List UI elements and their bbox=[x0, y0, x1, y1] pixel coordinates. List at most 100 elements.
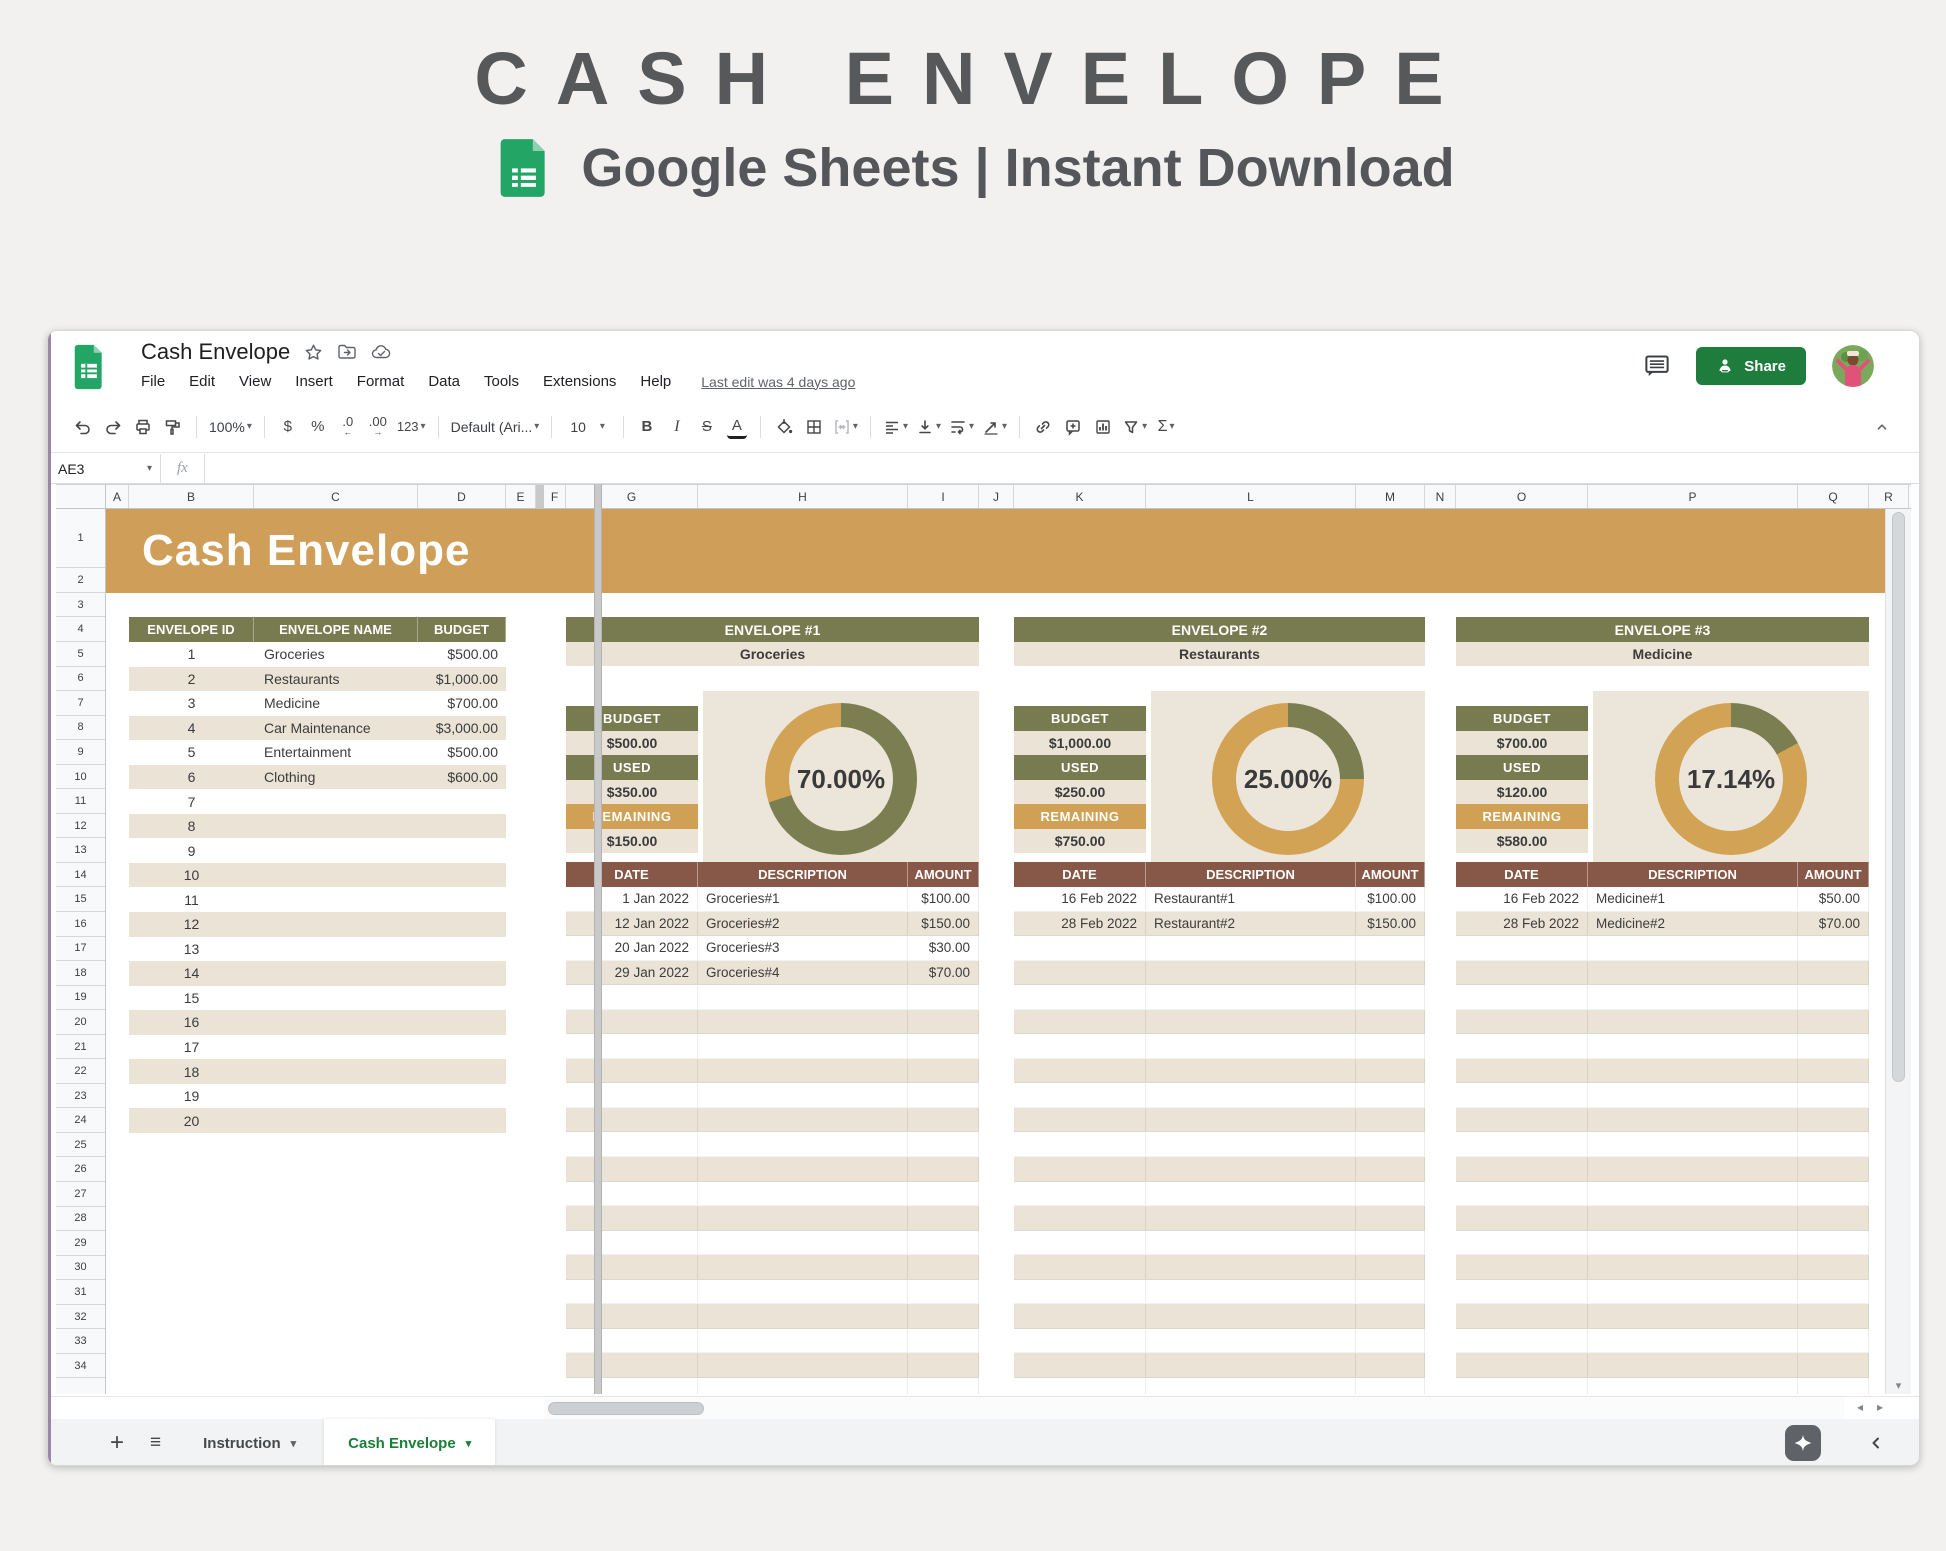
cell-date[interactable] bbox=[1014, 1231, 1146, 1255]
all-sheets-icon[interactable]: ≡ bbox=[150, 1432, 161, 1454]
cell-amount[interactable] bbox=[908, 1353, 979, 1377]
cell-amount[interactable] bbox=[1798, 1280, 1869, 1304]
cell-description[interactable] bbox=[1146, 1329, 1356, 1353]
cell-description[interactable] bbox=[698, 1280, 908, 1304]
row-header-25[interactable]: 25 bbox=[56, 1133, 105, 1158]
cell-description[interactable] bbox=[1146, 1353, 1356, 1377]
vertical-scrollbar[interactable]: ▾ bbox=[1885, 509, 1911, 1394]
cell-description[interactable] bbox=[698, 985, 908, 1009]
row-header-29[interactable]: 29 bbox=[56, 1231, 105, 1256]
cell-description[interactable] bbox=[1146, 961, 1356, 985]
envelope-panel-name[interactable]: Medicine bbox=[1456, 642, 1869, 666]
row-header-15[interactable]: 15 bbox=[56, 887, 105, 912]
cell-amount[interactable] bbox=[1798, 1353, 1869, 1377]
cell-date[interactable] bbox=[1014, 1108, 1146, 1132]
cell-description[interactable] bbox=[1588, 1034, 1798, 1058]
row-header-16[interactable]: 16 bbox=[56, 912, 105, 937]
row-header-20[interactable]: 20 bbox=[56, 1010, 105, 1035]
row-header-11[interactable]: 11 bbox=[56, 789, 105, 814]
font-size-dropdown[interactable]: 10▾ bbox=[560, 412, 615, 442]
cell-description[interactable] bbox=[698, 1231, 908, 1255]
cell-description[interactable] bbox=[698, 1255, 908, 1279]
cell-id[interactable]: 9 bbox=[129, 838, 254, 863]
menu-view[interactable]: View bbox=[239, 373, 271, 390]
cell-name[interactable]: Restaurants bbox=[254, 667, 418, 692]
scroll-down-arrow-icon[interactable]: ▾ bbox=[1886, 1379, 1911, 1392]
cell-description[interactable] bbox=[1146, 1304, 1356, 1328]
cell-description[interactable] bbox=[698, 1304, 908, 1328]
paint-format-icon[interactable] bbox=[158, 412, 188, 442]
cell-description[interactable] bbox=[698, 1132, 908, 1156]
cell-budget[interactable]: $500.00 bbox=[418, 740, 506, 765]
name-box[interactable]: AE3 ▾ bbox=[48, 454, 161, 483]
cell-date[interactable] bbox=[1456, 1059, 1588, 1083]
cell-id[interactable]: 16 bbox=[129, 1010, 254, 1035]
cell-amount[interactable] bbox=[1798, 985, 1869, 1009]
column-header-H[interactable]: H bbox=[698, 485, 908, 508]
cell-description[interactable] bbox=[1588, 1329, 1798, 1353]
cell-date[interactable] bbox=[566, 1059, 698, 1083]
cell-description[interactable] bbox=[698, 1059, 908, 1083]
cell-date[interactable] bbox=[566, 985, 698, 1009]
cell-budget[interactable]: $600.00 bbox=[418, 765, 506, 790]
cell-amount[interactable] bbox=[908, 1255, 979, 1279]
cell-date[interactable] bbox=[566, 1280, 698, 1304]
row-header-3[interactable]: 3 bbox=[56, 593, 105, 617]
cell-amount[interactable]: $100.00 bbox=[908, 887, 979, 911]
column-header-G[interactable]: G bbox=[566, 485, 698, 508]
star-icon[interactable] bbox=[304, 343, 323, 362]
column-header-O[interactable]: O bbox=[1456, 485, 1588, 508]
cell-id[interactable]: 8 bbox=[129, 814, 254, 839]
cell-description[interactable] bbox=[1146, 1157, 1356, 1181]
tab-instruction[interactable]: Instruction▾ bbox=[179, 1419, 320, 1466]
cell-name[interactable] bbox=[254, 986, 418, 1011]
cell-date[interactable] bbox=[566, 1231, 698, 1255]
row-header-30[interactable]: 30 bbox=[56, 1256, 105, 1281]
cell-description[interactable] bbox=[1588, 1182, 1798, 1206]
cell-date[interactable] bbox=[1014, 1157, 1146, 1181]
cell-amount[interactable] bbox=[1356, 1231, 1425, 1255]
cell-amount[interactable] bbox=[1356, 1182, 1425, 1206]
cell-budget[interactable] bbox=[418, 912, 506, 937]
cell-date[interactable] bbox=[1456, 1157, 1588, 1181]
cell-name[interactable] bbox=[254, 887, 418, 912]
last-edit-status[interactable]: Last edit was 4 days ago bbox=[701, 374, 855, 390]
cell-amount[interactable] bbox=[1798, 1059, 1869, 1083]
cell-date[interactable] bbox=[566, 1157, 698, 1181]
cell-id[interactable]: 14 bbox=[129, 961, 254, 986]
insert-link-icon[interactable] bbox=[1028, 412, 1058, 442]
row-header-21[interactable]: 21 bbox=[56, 1035, 105, 1060]
cell-description[interactable] bbox=[1146, 985, 1356, 1009]
menu-file[interactable]: File bbox=[141, 373, 165, 390]
scroll-left-arrow-icon[interactable]: ◂ bbox=[1857, 1400, 1863, 1414]
cell-description[interactable] bbox=[1588, 1059, 1798, 1083]
menu-edit[interactable]: Edit bbox=[189, 373, 215, 390]
cell-date[interactable] bbox=[566, 1083, 698, 1107]
cell-date[interactable] bbox=[1456, 1206, 1588, 1230]
cell-amount[interactable]: $70.00 bbox=[1798, 912, 1869, 936]
cell-description[interactable] bbox=[1588, 1304, 1798, 1328]
row-header-1[interactable]: 1 bbox=[56, 509, 105, 568]
cell-amount[interactable] bbox=[1356, 1353, 1425, 1377]
cell-amount[interactable] bbox=[908, 1059, 979, 1083]
cell-date[interactable] bbox=[1014, 1329, 1146, 1353]
cell-name[interactable] bbox=[254, 961, 418, 986]
cell-description[interactable] bbox=[1146, 1206, 1356, 1230]
cell-id[interactable]: 18 bbox=[129, 1059, 254, 1084]
cell-date[interactable] bbox=[1014, 1010, 1146, 1034]
column-header-N[interactable]: N bbox=[1425, 485, 1456, 508]
cell-id[interactable]: 2 bbox=[129, 667, 254, 692]
row-header-31[interactable]: 31 bbox=[56, 1280, 105, 1305]
cell-description[interactable] bbox=[1146, 1182, 1356, 1206]
cell-date[interactable] bbox=[1456, 961, 1588, 985]
move-folder-icon[interactable] bbox=[337, 343, 357, 361]
cell-amount[interactable] bbox=[1356, 1280, 1425, 1304]
formula-input[interactable] bbox=[205, 454, 1919, 483]
cell-date[interactable] bbox=[1456, 1010, 1588, 1034]
share-button[interactable]: Share bbox=[1696, 347, 1806, 385]
cell-amount[interactable]: $150.00 bbox=[1356, 912, 1425, 936]
cell-amount[interactable] bbox=[1356, 1010, 1425, 1034]
cell-date[interactable]: 20 Jan 2022 bbox=[566, 936, 698, 960]
row-header-12[interactable]: 12 bbox=[56, 814, 105, 839]
cell-id[interactable]: 1 bbox=[129, 642, 254, 667]
